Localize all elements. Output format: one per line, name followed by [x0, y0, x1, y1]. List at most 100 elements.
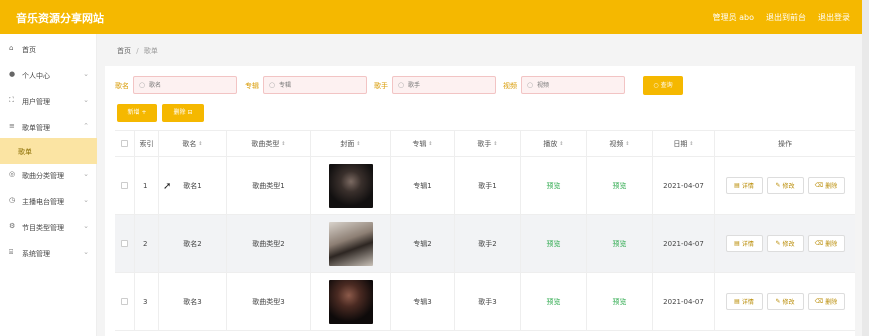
header-name[interactable]: 歌名 ⇕: [159, 131, 227, 156]
sidebar-item-radio-management[interactable]: ◷ 主播电台管理 ⌄: [0, 188, 97, 214]
delete-row-button[interactable]: ⌫ 删除: [807, 293, 845, 310]
sidebar-item-playlist[interactable]: 歌单: [0, 138, 97, 164]
song-name: 歌名2: [183, 239, 202, 248]
sidebar-item-label: 首页: [22, 46, 36, 54]
header-operations: 操作: [715, 131, 855, 156]
delete-row-button[interactable]: ⌫ 删除: [807, 235, 845, 252]
delete-button[interactable]: 删除 ⊟: [162, 104, 204, 122]
cell-album: 专辑1: [391, 157, 455, 214]
search-video-field[interactable]: ○: [521, 76, 625, 94]
table-row[interactable]: 3 歌名3 歌曲类型3 专辑3 歌手3 预览 预览 2021-04-07 ▤ 详情…: [115, 273, 855, 331]
back-to-frontend-link[interactable]: 退出到前台: [766, 12, 806, 23]
song-type: 歌曲类型2: [252, 239, 285, 248]
delete-row-button[interactable]: ⌫ 删除: [807, 177, 845, 194]
sort-icon[interactable]: ⇕: [281, 141, 285, 147]
sort-icon[interactable]: ⇕: [198, 141, 202, 147]
delete-label: 删除: [825, 299, 838, 306]
sidebar-item-home[interactable]: ⌂ 首页: [0, 36, 97, 62]
cell-name: 歌名3: [159, 273, 227, 330]
search-name-input[interactable]: [149, 80, 234, 91]
chevron-down-icon: ⌄: [83, 96, 89, 104]
header-video[interactable]: 视频 ⇕: [587, 131, 653, 156]
detail-label: 详情: [741, 183, 754, 190]
row-checkbox[interactable]: [121, 298, 128, 305]
sort-icon[interactable]: ⇕: [428, 141, 432, 147]
edit-button[interactable]: ✎ 修改: [766, 235, 804, 252]
header-date[interactable]: 日期 ⇕: [653, 131, 715, 156]
chevron-up-icon: ⌃: [83, 122, 89, 130]
edit-button[interactable]: ✎ 修改: [766, 177, 804, 194]
sort-icon[interactable]: ⇕: [559, 141, 563, 147]
table-row[interactable]: 2 歌名2 歌曲类型2 专辑2 歌手2 预览 预览 2021-04-07 ▤ 详情…: [115, 215, 855, 273]
header-cover[interactable]: 封面 ⇕: [311, 131, 391, 156]
sidebar-item-label: 系统管理: [22, 250, 50, 258]
sort-icon[interactable]: ⇕: [689, 141, 693, 147]
search-singer-field[interactable]: ○: [392, 76, 496, 94]
cover-image: [328, 221, 373, 266]
edit-icon: ✎: [775, 240, 781, 247]
row-select-cell: [115, 157, 135, 214]
edit-icon: ✎: [775, 182, 781, 189]
edit-button[interactable]: ✎ 修改: [766, 293, 804, 310]
sidebar-item-personal-center[interactable]: ● 个人中心 ⌄: [0, 62, 97, 88]
add-button[interactable]: 新增 +: [117, 104, 157, 122]
sidebar-item-playlist-management[interactable]: ≡ 歌单管理 ⌃: [0, 114, 97, 140]
cell-index: 1: [135, 157, 159, 214]
row-select-cell: [115, 215, 135, 272]
header-play[interactable]: 播放 ⇕: [521, 131, 587, 156]
mouse-cursor-icon: ➚: [163, 181, 172, 192]
cell-singer: 歌手1: [455, 157, 521, 214]
search-singer-input[interactable]: [408, 80, 493, 91]
header-type[interactable]: 歌曲类型 ⇕: [227, 131, 311, 156]
select-all-checkbox[interactable]: [121, 140, 128, 147]
sort-icon[interactable]: ⇕: [356, 141, 360, 147]
query-button[interactable]: ○ 查询: [643, 76, 683, 95]
sidebar-item-label: 主播电台管理: [22, 198, 64, 206]
video-preview-link[interactable]: 预览: [613, 297, 627, 307]
play-preview-link[interactable]: 预览: [547, 239, 561, 249]
sidebar: ⌂ 首页 ● 个人中心 ⌄ ⛶ 用户管理 ⌄ ≡ 歌单管理 ⌃ 歌单 ◎ 歌曲分…: [0, 34, 97, 336]
detail-button[interactable]: ▤ 详情: [725, 293, 763, 310]
sidebar-item-program-type[interactable]: ⚙ 节目类型管理 ⌄: [0, 214, 97, 240]
cell-type: 歌曲类型3: [227, 273, 311, 330]
sidebar-item-system[interactable]: ⌸ 系统管理 ⌄: [0, 240, 97, 266]
play-preview-link[interactable]: 预览: [547, 297, 561, 307]
row-checkbox[interactable]: [121, 240, 128, 247]
search-video-input[interactable]: [537, 80, 622, 91]
search-label-name: 歌名: [115, 82, 129, 90]
singer-name: 歌手2: [478, 239, 497, 248]
scrollbar-track[interactable]: [862, 0, 869, 336]
song-name: 歌名3: [183, 297, 202, 306]
operation-buttons: ▤ 详情 ✎ 修改 ⌫ 删除: [725, 177, 845, 194]
cell-name: 歌名2: [159, 215, 227, 272]
play-preview-link[interactable]: 预览: [547, 181, 561, 191]
cell-singer: 歌手3: [455, 273, 521, 330]
song-name: 歌名1: [183, 181, 202, 190]
video-preview-link[interactable]: 预览: [613, 181, 627, 191]
index-value: 3: [143, 297, 148, 306]
table-row[interactable]: 1 歌名1 歌曲类型1 专辑1 歌手1 预览 预览 2021-04-07 ▤ 详情…: [115, 157, 855, 215]
header-album[interactable]: 专辑 ⇕: [391, 131, 455, 156]
sort-icon[interactable]: ⇕: [493, 141, 497, 147]
header-label: 日期: [673, 139, 688, 148]
row-checkbox[interactable]: [121, 182, 128, 189]
sort-icon[interactable]: ⇕: [625, 141, 629, 147]
search-name-field[interactable]: ○: [133, 76, 237, 94]
singer-name: 歌手3: [478, 297, 497, 306]
search-icon: ○: [527, 81, 534, 89]
search-album-field[interactable]: ○: [263, 76, 367, 94]
sidebar-item-song-category[interactable]: ◎ 歌曲分类管理 ⌄: [0, 162, 97, 188]
sidebar-item-user-management[interactable]: ⛶ 用户管理 ⌄: [0, 88, 97, 114]
detail-button[interactable]: ▤ 详情: [725, 177, 763, 194]
detail-button[interactable]: ▤ 详情: [725, 235, 763, 252]
top-links: 管理员 abo 退出到前台 退出登录: [713, 12, 850, 23]
header-singer[interactable]: 歌手 ⇕: [455, 131, 521, 156]
breadcrumb-home[interactable]: 首页: [117, 47, 131, 55]
list-icon: ≡: [9, 122, 15, 130]
cell-cover: [311, 273, 391, 330]
header-index: 索引: [135, 131, 159, 156]
cell-date: 2021-04-07: [653, 273, 715, 330]
search-album-input[interactable]: [279, 80, 364, 91]
video-preview-link[interactable]: 预览: [613, 239, 627, 249]
logout-link[interactable]: 退出登录: [818, 12, 850, 23]
